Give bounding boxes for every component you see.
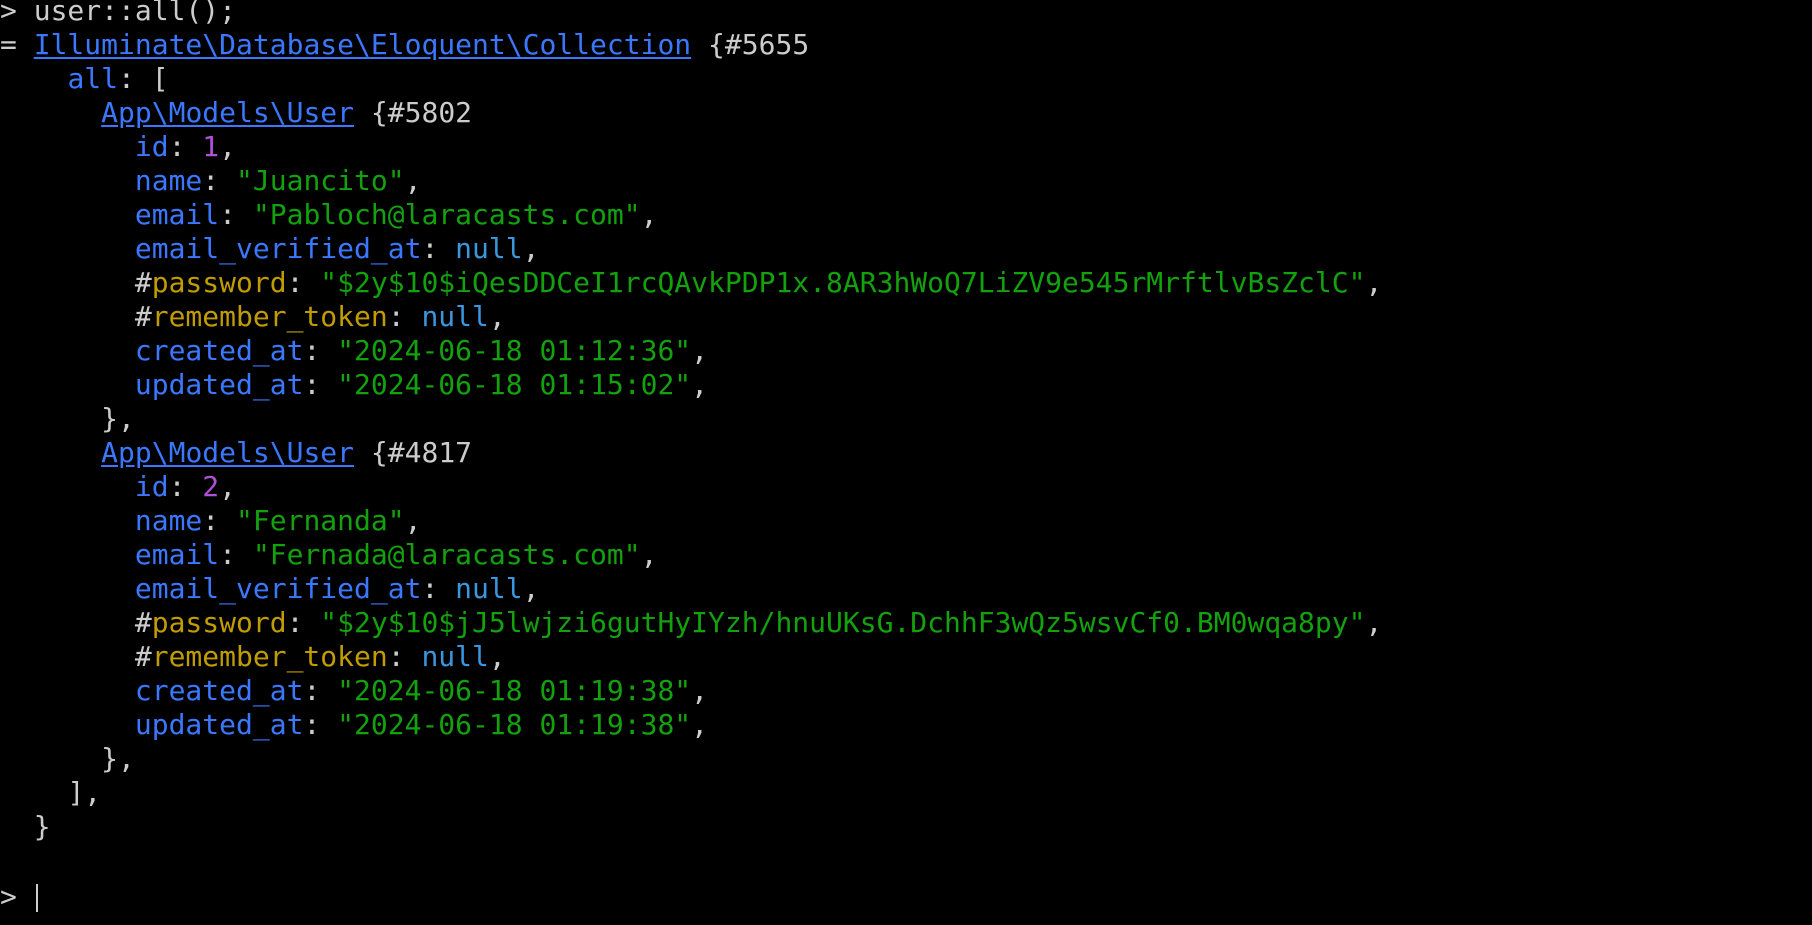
user-1-remember-token-row: #remember_token: null,	[134, 300, 506, 333]
collection-close-brace: }	[33, 810, 51, 843]
field-key: created_at	[134, 674, 304, 707]
field-key: name	[134, 504, 203, 537]
field-key: created_at	[134, 334, 304, 367]
array-close-bracket: ],	[67, 776, 102, 809]
field-key: updated_at	[134, 368, 304, 401]
user-1-id-row: id: 1,	[134, 130, 237, 163]
collection-class-link[interactable]: Illuminate\Database\Eloquent\Collection	[34, 28, 691, 61]
field-value-null: null	[421, 300, 489, 333]
user-1-password-row: #password: "$2y$10$iQesDDCeI1rcQAvkPDP1x…	[134, 266, 1383, 299]
input-prompt-symbol: >	[0, 880, 34, 913]
field-value-string: "2024-06-18 01:19:38"	[337, 708, 692, 741]
field-value-string: "2024-06-18 01:19:38"	[337, 674, 692, 707]
user-2-email-verified-row: email_verified_at: null,	[134, 572, 540, 605]
user-1-class-link[interactable]: App\Models\User	[101, 96, 354, 129]
field-value-string: "Juancito"	[236, 164, 405, 197]
result-header: = Illuminate\Database\Eloquent\Collectio…	[0, 28, 809, 62]
user-2-password-row: #password: "$2y$10$jJ5lwjzi6gutHyIYzh/hn…	[134, 606, 1383, 639]
field-value-null: null	[455, 232, 523, 265]
user-2-updated-at-row: updated_at: "2024-06-18 01:19:38",	[134, 708, 709, 741]
field-key: updated_at	[134, 708, 304, 741]
field-key: name	[134, 164, 203, 197]
field-value-null: null	[421, 640, 489, 673]
field-key-protected: remember_token	[151, 640, 388, 673]
field-key: email	[134, 198, 220, 231]
text-cursor	[35, 884, 38, 912]
command-line: > user::all();	[0, 0, 236, 28]
field-key: id	[134, 130, 169, 163]
user-2-header: App\Models\User {#4817	[0, 436, 472, 470]
field-value-int: 1	[202, 130, 220, 163]
user-2-remember-token-row: #remember_token: null,	[134, 640, 506, 673]
field-key: email	[134, 538, 220, 571]
user-1-close: },	[0, 402, 135, 436]
result-marker: =	[0, 28, 34, 61]
command-text: user::all();	[33, 0, 237, 27]
object-close-brace: },	[101, 742, 135, 775]
field-value-string: "$2y$10$iQesDDCeI1rcQAvkPDP1x.8AR3hWoQ7L…	[320, 266, 1366, 299]
protected-marker: #	[134, 266, 152, 299]
protected-marker: #	[134, 606, 152, 639]
user-2-object-id: {#4817	[370, 436, 473, 469]
field-value-string: "Pabloch@laracasts.com"	[252, 198, 641, 231]
field-value-string: "2024-06-18 01:12:36"	[337, 334, 692, 367]
field-key-protected: password	[151, 606, 287, 639]
protected-marker: #	[134, 640, 152, 673]
field-value-string: "Fernanda"	[236, 504, 405, 537]
terminal-window[interactable]: > user::all(); = Illuminate\Database\Elo…	[0, 0, 1812, 925]
user-2-close: },	[0, 742, 135, 776]
input-line[interactable]: >	[0, 880, 38, 914]
user-1-email-verified-row: email_verified_at: null,	[134, 232, 540, 265]
field-key: email_verified_at	[134, 572, 422, 605]
field-key-protected: remember_token	[151, 300, 388, 333]
user-2-id-row: id: 2,	[134, 470, 237, 503]
field-key: id	[134, 470, 169, 503]
user-1-email-row: email: "Pabloch@laracasts.com",	[134, 198, 658, 231]
field-value-string: "$2y$10$jJ5lwjzi6gutHyIYzh/hnuUKsG.DchhF…	[320, 606, 1366, 639]
user-2-created-at-row: created_at: "2024-06-18 01:19:38",	[134, 674, 709, 707]
user-2-email-row: email: "Fernada@laracasts.com",	[134, 538, 658, 571]
all-key-line: all: [	[0, 62, 169, 96]
object-close-brace: },	[101, 402, 135, 435]
collection-object-id: {#5655	[708, 28, 810, 61]
field-value-null: null	[455, 572, 523, 605]
user-1-updated-at-row: updated_at: "2024-06-18 01:15:02",	[134, 368, 709, 401]
user-2-name-row: name: "Fernanda",	[134, 504, 422, 537]
user-1-header: App\Models\User {#5802	[0, 96, 472, 130]
user-1-name-row: name: "Juancito",	[134, 164, 422, 197]
user-1-object-id: {#5802	[370, 96, 473, 129]
collection-close-line: }	[0, 810, 51, 844]
user-1-created-at-row: created_at: "2024-06-18 01:12:36",	[134, 334, 709, 367]
prompt-symbol: >	[0, 0, 34, 27]
field-value-int: 2	[202, 470, 220, 503]
all-key: all	[67, 62, 119, 95]
field-value-string: "Fernada@laracasts.com"	[252, 538, 641, 571]
field-value-string: "2024-06-18 01:15:02"	[337, 368, 692, 401]
field-key: email_verified_at	[134, 232, 422, 265]
all-open-bracket: : [	[118, 62, 169, 95]
array-close-line: ],	[0, 776, 101, 810]
user-2-class-link[interactable]: App\Models\User	[101, 436, 354, 469]
protected-marker: #	[134, 300, 152, 333]
field-key-protected: password	[151, 266, 287, 299]
